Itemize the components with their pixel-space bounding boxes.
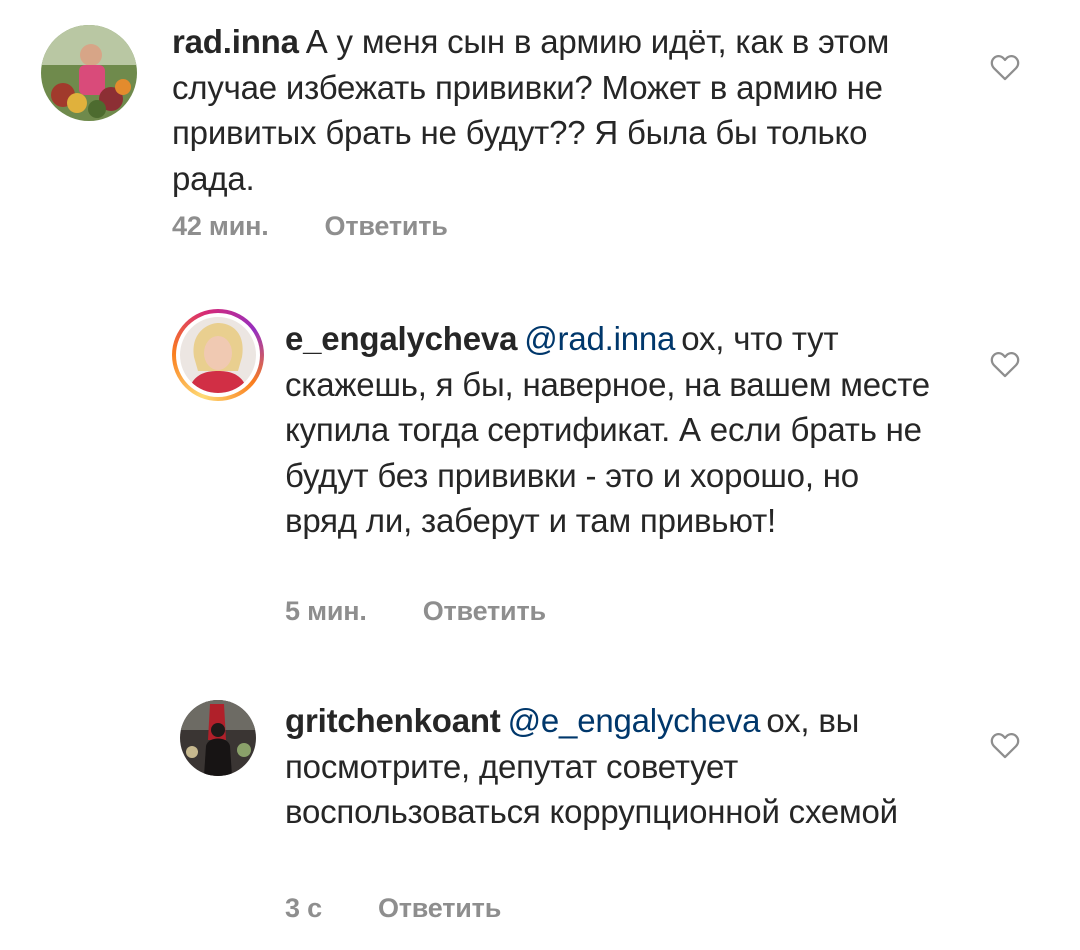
comment-text: gritchenkoant @e_engalycheva ох, вы посмот…	[285, 698, 935, 835]
comment-mention[interactable]: @e_engalycheva	[508, 702, 761, 739]
heart-outline-icon	[990, 352, 1020, 378]
comment-meta: 3 с Ответить	[285, 893, 501, 924]
avatar[interactable]	[41, 25, 137, 121]
like-button[interactable]	[988, 347, 1022, 381]
avatar-photo-icon	[180, 700, 256, 776]
comment-username[interactable]: e_engalycheva	[285, 320, 517, 357]
avatar[interactable]	[180, 700, 256, 776]
comment-time: 5 мин.	[285, 596, 367, 626]
heart-outline-icon	[990, 733, 1020, 759]
comment-username[interactable]: rad.inna	[172, 23, 299, 60]
reply-button[interactable]: Ответить	[378, 893, 501, 924]
comment-time: 42 мин.	[172, 211, 269, 241]
comment-mention[interactable]: @rad.inna	[524, 320, 675, 357]
reply-button[interactable]: Ответить	[325, 211, 448, 242]
comment-time: 3 с	[285, 893, 322, 923]
comment-username[interactable]: gritchenkoant	[285, 702, 501, 739]
comment-text: e_engalycheva @rad.inna ох, что тут скажеш…	[285, 316, 935, 544]
comment-meta: 42 мин. Ответить	[172, 211, 448, 242]
heart-outline-icon	[990, 55, 1020, 81]
avatar-photo-icon	[41, 25, 137, 121]
avatar[interactable]	[180, 317, 256, 393]
like-button[interactable]	[988, 728, 1022, 762]
avatar-photo-icon	[180, 317, 256, 393]
comment-meta: 5 мин. Ответить	[285, 596, 546, 627]
reply-button[interactable]: Ответить	[423, 596, 546, 627]
comment-text: rad.inna А у меня сын в армию идёт, как в…	[172, 19, 952, 201]
like-button[interactable]	[988, 50, 1022, 84]
